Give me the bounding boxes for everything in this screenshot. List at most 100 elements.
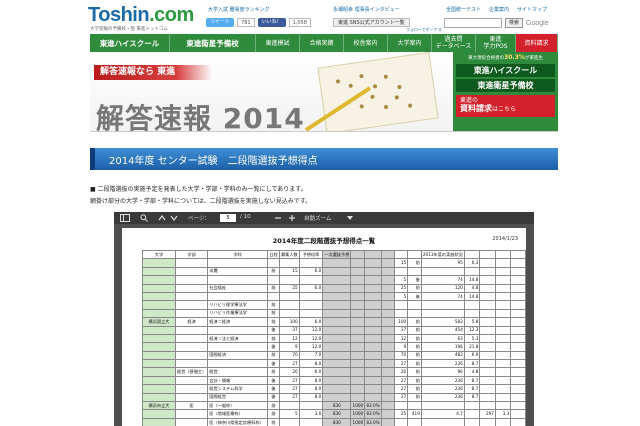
table-cell <box>380 350 395 361</box>
page-number-input[interactable]: 5 <box>220 214 236 222</box>
sidebar-toggle-icon[interactable] <box>120 214 130 222</box>
table-cell <box>407 417 422 426</box>
search-input[interactable] <box>444 18 502 28</box>
table-cell <box>174 300 209 310</box>
table-cell: 14.8 <box>463 275 481 285</box>
nav-item[interactable]: 東進ハイスクール <box>90 34 170 52</box>
table-cell <box>142 384 176 394</box>
table-cell <box>174 258 209 268</box>
table-row: 15 前 95 6.3 <box>142 258 526 268</box>
table-cell: 経済＝法と経済 <box>207 333 269 344</box>
nav-item[interactable]: 校舎案内 <box>344 34 388 52</box>
table-cell: 後 <box>267 325 280 335</box>
table-cell <box>380 359 395 369</box>
table-cell <box>494 308 512 319</box>
toshin-ad[interactable]: 東大現役合格者の30.3%が東進生 東進ハイスクール 東進衛星予備校 東進の 資… <box>453 52 558 131</box>
table-cell <box>420 300 465 310</box>
table-cell: 経済＝経済 <box>207 317 269 327</box>
table-cell <box>364 308 382 319</box>
table-cell: 454 <box>420 325 465 335</box>
table-cell: 3.3 <box>494 409 512 419</box>
table-row: リハビリ作業療法学前 <box>142 308 526 319</box>
table-cell <box>322 275 352 285</box>
table-cell <box>350 392 366 403</box>
table-cell <box>420 266 465 277</box>
table-cell: 経営システム科学 <box>207 384 269 394</box>
table-cell <box>380 342 395 352</box>
nav-item[interactable]: 過去問 データベース <box>432 34 476 52</box>
table-cell: 25 <box>393 283 409 293</box>
table-row: 米農前 15 6.0 <box>142 266 526 277</box>
table-cell <box>510 325 526 335</box>
top-link-national-test[interactable]: 全国統一テスト <box>446 6 481 13</box>
dropdown-arrow-icon[interactable] <box>346 214 354 222</box>
table-cell <box>142 333 176 344</box>
table-cell: 12.0 <box>298 325 324 335</box>
table-cell <box>298 258 324 268</box>
top-link-sitemap[interactable]: サイトマップ <box>517 6 547 13</box>
top-link-company[interactable]: 企業案内 <box>489 6 509 13</box>
table-cell <box>380 283 395 293</box>
table-row: 後 9 12.0 9 前 196 21.8 <box>142 342 526 352</box>
nav-item[interactable]: 資料請求 <box>516 34 558 52</box>
interview-link[interactable]: 永瀬昭幸 理事長インタビュー <box>333 6 400 13</box>
table-header-cell <box>494 249 512 260</box>
sns-accounts-button[interactable]: 東進 SNS公式アカウント一覧 <box>333 18 410 27</box>
ad-request-button[interactable]: 東進の 資料請求はこちら <box>456 95 555 117</box>
like-button[interactable]: いいね！ <box>257 18 286 27</box>
table-cell: 95 <box>420 258 465 268</box>
table-cell <box>350 325 366 335</box>
zoom-in-icon[interactable] <box>288 214 296 222</box>
site-logo[interactable]: Toshin.com <box>88 4 194 27</box>
table-cell <box>350 375 366 386</box>
ranking-link[interactable]: 大学入試 難易度ランキング <box>208 6 269 13</box>
table-cell <box>298 300 324 310</box>
chevron-up-icon[interactable] <box>158 214 166 222</box>
table-cell <box>380 367 395 377</box>
table-cell <box>494 392 512 403</box>
table-cell <box>142 266 176 277</box>
table-cell: 482 <box>420 350 465 361</box>
table-cell <box>350 317 366 327</box>
table-cell <box>174 342 209 352</box>
doc-date: 2014/1/23 <box>492 236 518 242</box>
ad-brand-satellite: 東進衛星予備校 <box>456 79 555 92</box>
table-cell: 前 <box>407 325 422 335</box>
table-cell <box>380 409 395 419</box>
follow-bonus-link[interactable]: フォローでボーナス <box>406 27 442 33</box>
table-cell: 120 <box>420 283 465 293</box>
table-cell <box>364 266 382 277</box>
table-header-cell: 大学 <box>142 249 176 260</box>
nav-item[interactable]: 大学案内 <box>388 34 432 52</box>
table-cell: 12.3 <box>463 325 481 335</box>
table-cell <box>142 300 176 310</box>
zoom-select[interactable]: 自動ズーム <box>304 214 331 222</box>
table-cell <box>350 258 366 268</box>
table-cell: 5.3 <box>463 333 481 344</box>
tweet-button[interactable]: ツイート <box>206 18 235 27</box>
table-cell <box>463 409 481 419</box>
table-cell: 27 <box>393 375 409 386</box>
nav-item[interactable]: 東進衛星予備校 <box>170 34 256 52</box>
table-cell <box>463 266 481 277</box>
table-cell: 14.8 <box>463 291 481 302</box>
table-cell <box>350 333 366 344</box>
table-cell <box>380 333 395 344</box>
nav-item[interactable]: 合格実績 <box>300 34 344 52</box>
table-cell <box>420 308 465 319</box>
table-cell: 83.0% <box>364 409 382 419</box>
nav-item[interactable]: 東進模試 <box>256 34 300 52</box>
chevron-down-icon[interactable] <box>170 214 178 222</box>
table-cell <box>510 384 526 394</box>
table-cell <box>510 375 526 386</box>
nav-item[interactable]: 東進 学力POS <box>476 34 516 52</box>
search-button[interactable]: 検索 <box>505 18 524 28</box>
table-cell <box>322 317 352 327</box>
search-icon[interactable] <box>140 214 148 222</box>
zoom-out-icon[interactable] <box>274 214 282 222</box>
ad-brand-highschool: 東進ハイスクール <box>456 64 555 77</box>
table-cell: 297 <box>479 409 496 419</box>
table-cell <box>494 350 512 361</box>
table-cell <box>420 401 465 411</box>
table-header-cell: 学部 <box>174 249 209 260</box>
